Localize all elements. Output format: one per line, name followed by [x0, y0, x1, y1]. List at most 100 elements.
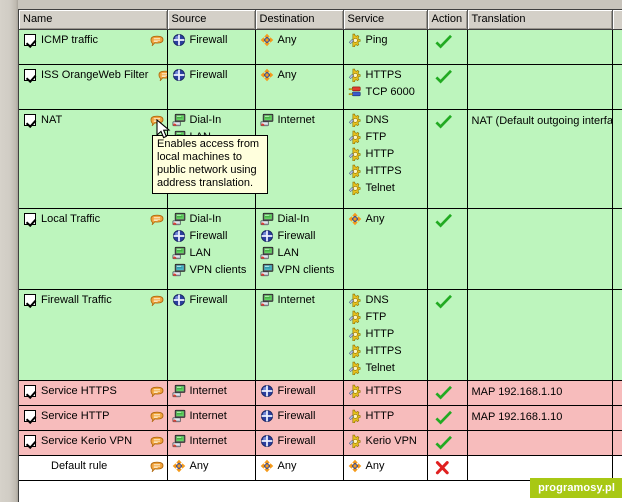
rule-service-cell[interactable]: HTTPS	[343, 380, 428, 406]
rule-action-cell[interactable]	[427, 289, 468, 381]
rule-service-cell[interactable]: HTTP	[343, 405, 428, 431]
list-item-label: Firewall	[277, 384, 316, 397]
rule-source-cell[interactable]: Internet	[167, 380, 256, 406]
table-row[interactable]: ICMP traffic Firewall Any Ping	[19, 29, 622, 65]
rule-destination-cell[interactable]: Firewall	[255, 380, 344, 406]
rule-source-cell[interactable]: Internet	[167, 405, 256, 431]
column-header-translation[interactable]: Translation	[467, 10, 613, 30]
list-item-label: Internet	[277, 113, 315, 126]
table-row[interactable]: Local Traffic Dial-In Firewall LAN VPN clien…	[19, 208, 622, 290]
rule-action-cell[interactable]	[427, 430, 468, 456]
list-item: Internet	[172, 384, 252, 399]
rule-enabled-checkbox[interactable]	[24, 409, 36, 422]
rule-enabled-checkbox[interactable]	[24, 434, 36, 447]
table-row[interactable]: Default rule Any Any Any	[19, 455, 622, 481]
column-header-service[interactable]: Service	[343, 10, 428, 30]
rule-name-cell[interactable]: ICMP traffic	[19, 29, 168, 65]
rule-source-cell[interactable]: Dial-In Firewall LAN VPN clients	[167, 208, 256, 290]
table-row[interactable]: Firewall Traffic Firewall Internet DNS FTP HT…	[19, 289, 622, 381]
table-row[interactable]: ISS OrangeWeb Filter Firewall Any HTTPS TCP …	[19, 64, 622, 110]
list-item: Internet	[172, 409, 252, 424]
rule-translation-cell[interactable]	[467, 208, 613, 290]
rule-filler-cell	[612, 208, 622, 290]
rule-destination-cell[interactable]: Any	[255, 64, 344, 110]
list-item: VPN clients	[260, 263, 340, 278]
rule-translation-label	[472, 434, 609, 435]
rule-enabled-checkbox[interactable]	[24, 384, 36, 397]
rule-source-cell[interactable]: Firewall	[167, 64, 256, 110]
rule-translation-cell[interactable]: MAP 192.168.1.10	[467, 405, 613, 431]
column-header-action[interactable]: Action	[427, 10, 468, 30]
service-gear-icon	[348, 310, 360, 324]
rule-name-cell[interactable]: Service Kerio VPN	[19, 430, 168, 456]
comment-bubble-icon	[150, 295, 163, 306]
service-gear-icon	[348, 113, 360, 127]
rule-source-cell[interactable]: Any	[167, 455, 256, 481]
rule-translation-cell[interactable]: NAT (Default outgoing interface)	[467, 109, 613, 209]
rule-service-cell[interactable]: DNS FTP HTTP HTTPS Telnet	[343, 109, 428, 209]
rule-source-cell[interactable]: Firewall	[167, 29, 256, 65]
rule-name-cell[interactable]: Local Traffic	[19, 208, 168, 290]
network-computer-icon	[172, 384, 185, 398]
rule-name-cell[interactable]: Service HTTP	[19, 405, 168, 431]
rule-service-cell[interactable]: HTTPS TCP 6000	[343, 64, 428, 110]
column-header-name[interactable]: Name	[19, 10, 168, 30]
rule-service-cell[interactable]: DNS FTP HTTP HTTPS Telnet	[343, 289, 428, 381]
table-row[interactable]: Service HTTP Internet Firewall HTTP MAP 192.…	[19, 405, 622, 431]
rule-enabled-checkbox[interactable]	[24, 33, 36, 46]
table-row[interactable]: NATDial-InLANInternetDNSFTPHTTPHTTPSTeln…	[19, 109, 622, 209]
any-diamond-icon	[260, 459, 273, 473]
rule-action-cell[interactable]	[427, 109, 468, 209]
rule-name-cell[interactable]: Firewall Traffic	[19, 289, 168, 381]
rule-destination-cell[interactable]: Any	[255, 455, 344, 481]
rule-enabled-checkbox[interactable]	[24, 212, 36, 225]
rule-source-cell[interactable]: Firewall	[167, 289, 256, 381]
column-header-destination[interactable]: Destination	[255, 10, 344, 30]
rule-enabled-checkbox[interactable]	[24, 293, 36, 306]
list-item: Any	[172, 459, 252, 474]
rule-translation-cell[interactable]	[467, 430, 613, 456]
rule-name-cell[interactable]: NAT	[19, 109, 168, 209]
rule-service-cell[interactable]: Any	[343, 455, 428, 481]
rule-action-cell[interactable]	[427, 29, 468, 65]
rule-enabled-checkbox[interactable]	[24, 68, 36, 81]
column-header-row[interactable]: Name Source Destination Service Action Transl…	[19, 10, 622, 30]
rule-source-cell[interactable]: Internet	[167, 430, 256, 456]
rule-name-cell[interactable]: Service HTTPS	[19, 380, 168, 406]
rule-enabled-checkbox[interactable]	[24, 113, 36, 126]
rule-action-cell[interactable]	[427, 208, 468, 290]
rule-action-cell[interactable]	[427, 380, 468, 406]
rule-service-cell[interactable]: Any	[343, 208, 428, 290]
rule-destination-cell[interactable]: Internet	[255, 109, 344, 209]
rule-action-cell[interactable]	[427, 64, 468, 110]
list-item-label: VPN clients	[277, 263, 335, 276]
rule-name-cell[interactable]: ISS OrangeWeb Filter	[19, 64, 168, 110]
rule-name-cell[interactable]: Default rule	[19, 455, 168, 481]
rule-name-label: Firewall Traffic	[41, 293, 112, 306]
rule-action-cell[interactable]	[427, 405, 468, 431]
rule-destination-cell[interactable]: Any	[255, 29, 344, 65]
table-header: Name Source Destination Service Action Transl…	[19, 10, 622, 30]
rule-action-cell[interactable]	[427, 455, 468, 481]
allow-check-icon	[434, 385, 452, 400]
rule-destination-cell[interactable]: Internet	[255, 289, 344, 381]
rule-service-cell[interactable]: Kerio VPN	[343, 430, 428, 456]
rule-translation-cell[interactable]	[467, 64, 613, 110]
deny-cross-icon	[435, 460, 449, 474]
table-row[interactable]: Service Kerio VPN Internet Firewall Kerio V…	[19, 430, 622, 456]
list-item-label: Any	[277, 33, 297, 46]
traffic-rules-grid[interactable]: Name Source Destination Service Action Transl…	[18, 9, 622, 502]
rule-translation-cell[interactable]: MAP 192.168.1.10	[467, 380, 613, 406]
rule-destination-cell[interactable]: Firewall	[255, 405, 344, 431]
rule-filler-cell	[612, 29, 622, 65]
rule-destination-cell[interactable]: Firewall	[255, 430, 344, 456]
rule-translation-cell[interactable]	[467, 289, 613, 381]
table-row[interactable]: Service HTTPS Internet Firewall HTTPS MAP 19…	[19, 380, 622, 406]
list-item-label: LAN	[189, 246, 211, 259]
rule-service-cell[interactable]: Ping	[343, 29, 428, 65]
rule-translation-cell[interactable]	[467, 29, 613, 65]
rule-translation-cell[interactable]	[467, 455, 613, 481]
service-gear-icon	[348, 130, 360, 144]
rule-destination-cell[interactable]: Dial-In Firewall LAN VPN clients	[255, 208, 344, 290]
column-header-source[interactable]: Source	[167, 10, 256, 30]
